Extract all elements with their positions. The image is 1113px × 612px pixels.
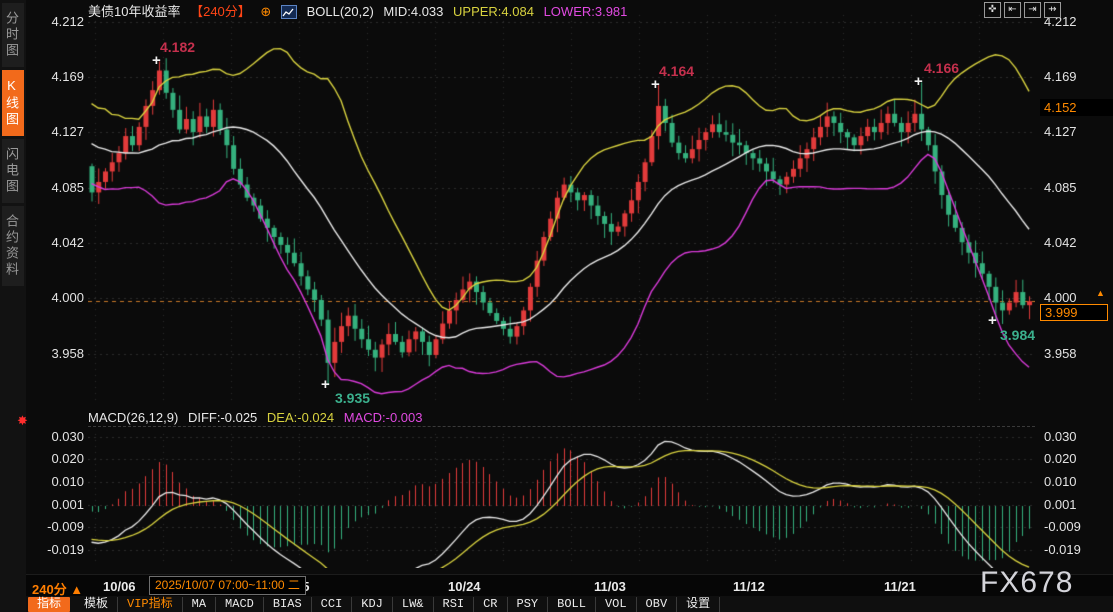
cursor-date-tooltip: 2025/10/07 07:00~11:00 二 [149, 576, 306, 595]
boll-name-label: BOLL(20,2) [307, 4, 374, 19]
instrument-title: 美债10年收益率 [88, 4, 180, 19]
macd-chart-canvas[interactable] [88, 430, 1035, 568]
menu-item-vip指标[interactable]: VIP指标 [118, 597, 183, 612]
boll-upper-label: UPPER:4.084 [453, 4, 534, 19]
axis-tick-label: 0.001 [1044, 497, 1077, 512]
menu-item-cr[interactable]: CR [474, 597, 507, 612]
menu-item-lw[interactable]: LW& [393, 597, 434, 612]
xaxis-row: 240分 ▲ 10/0610/1510/2411/0311/1211/21 20… [26, 574, 1113, 597]
macd-value-label: MACD:-0.003 [344, 410, 423, 425]
extreme-high-label: 4.164 [659, 63, 694, 79]
price-panel-legend: 美债10年收益率 【240分】 ⊕ BOLL(20,2) MID:4.033 U… [88, 1, 633, 17]
axis-tick-label: 0.010 [30, 474, 84, 489]
expand-axis-icon[interactable]: ⇥ [1024, 2, 1041, 18]
menu-item-指标[interactable]: 指标 [28, 597, 70, 612]
axis-tick-label: 4.085 [1044, 180, 1077, 195]
axis-tick-label: 0.020 [1044, 451, 1077, 466]
axis-tick-label: 4.085 [30, 180, 84, 195]
menu-item-kdj[interactable]: KDJ [352, 597, 393, 612]
axis-tick-label: 4.042 [30, 235, 84, 250]
axis-tick-label: 4.000 [1044, 290, 1077, 305]
trading-app-window: 分时图 K线图闪电图合约资料 美债10年收益率 【240分】 ⊕ BOLL(20,… [0, 0, 1113, 612]
menu-item-bias[interactable]: BIAS [264, 597, 312, 612]
session-marker-label: 4.152 [1040, 99, 1113, 116]
watermark: FX678 [980, 566, 1073, 600]
menu-item-macd[interactable]: MACD [216, 597, 264, 612]
crosshair-icon[interactable]: ✜ [984, 2, 1001, 18]
xaxis-date-label: 10/06 [103, 579, 136, 594]
expand-settings-icon[interactable]: ⊕ [260, 4, 271, 19]
price-chart-canvas[interactable] [88, 5, 1035, 408]
axis-tick-label: 4.212 [30, 14, 84, 29]
sidebar: 分时图 K线图闪电图合约资料 [0, 0, 26, 612]
axis-tick-label: 4.000 [30, 290, 84, 305]
xaxis-date-label: 11/21 [884, 579, 916, 594]
boll-mid-label: MID:4.033 [383, 4, 443, 19]
axis-tick-label: 4.169 [30, 69, 84, 84]
menu-item-psy[interactable]: PSY [508, 597, 549, 612]
menu-item-vol[interactable]: VOL [596, 597, 637, 612]
axis-tick-label: -0.009 [1044, 519, 1081, 534]
axis-tick-label: -0.009 [30, 519, 84, 534]
macd-panel-legend: MACD(26,12,9) DIFF:-0.025 DEA:-0.024 MAC… [88, 410, 429, 426]
mini-chart-icon[interactable] [281, 5, 297, 19]
boll-lower-label: LOWER:3.981 [544, 4, 628, 19]
indicator-menu-bar: 指标模板VIP指标MAMACDBIASCCIKDJLW&RSICRPSYBOLL… [26, 596, 1113, 612]
macd-dea-label: DEA:-0.024 [267, 410, 334, 425]
axis-tick-label: 0.001 [30, 497, 84, 512]
axis-tick-label: 3.958 [30, 346, 84, 361]
menu-item-模板[interactable]: 模板 [75, 597, 118, 612]
axis-tick-label: 4.127 [30, 124, 84, 139]
axis-tick-label: 4.042 [1044, 235, 1077, 250]
axis-tick-label: 0.020 [30, 451, 84, 466]
extreme-high-label: 4.166 [924, 60, 959, 76]
menu-item-boll[interactable]: BOLL [548, 597, 596, 612]
extreme-marker-cross-icon: + [988, 316, 997, 326]
extreme-high-label: 4.182 [160, 39, 195, 55]
axis-tick-label: -0.019 [1044, 542, 1081, 557]
shift-chart-icon[interactable]: ⇸ [1044, 2, 1061, 18]
axis-tick-label: 4.127 [1044, 124, 1077, 139]
menu-item-obv[interactable]: OBV [637, 597, 678, 612]
extreme-marker-cross-icon: + [152, 56, 161, 66]
period-tag: 【240分】 [190, 4, 251, 19]
alert-icon: ✸ [17, 413, 28, 429]
chart-toolbar: ✜⇤⇥⇸ [984, 2, 1061, 18]
compress-axis-icon[interactable]: ⇤ [1004, 2, 1021, 18]
sidebar-tab-kline[interactable]: K线图 [2, 70, 24, 136]
extreme-marker-cross-icon: + [651, 80, 660, 90]
sidebar-tab-flash[interactable]: 闪电图 [2, 139, 24, 203]
price-position-marker-icon: ▲ [1096, 288, 1105, 298]
sidebar-tab-contract-info[interactable]: 合约资料 [2, 206, 24, 286]
sidebar-tab-fenshi[interactable]: 分时图 [2, 3, 24, 67]
extreme-marker-cross-icon: + [321, 380, 330, 390]
extreme-low-label: 3.935 [335, 390, 370, 406]
extreme-low-label: 3.984 [1000, 327, 1035, 343]
axis-tick-label: -0.019 [30, 542, 84, 557]
panel-divider [88, 426, 1035, 427]
xaxis-date-label: 11/03 [594, 579, 626, 594]
last-price-label: 3.999 [1040, 304, 1108, 321]
xaxis-date-label: 11/12 [733, 579, 765, 594]
extreme-marker-cross-icon: + [914, 77, 923, 87]
macd-diff-label: DIFF:-0.025 [188, 410, 257, 425]
macd-name-label: MACD(26,12,9) [88, 410, 178, 425]
xaxis-date-label: 10/24 [448, 579, 481, 594]
axis-tick-label: 0.030 [1044, 429, 1077, 444]
axis-tick-label: 0.030 [30, 429, 84, 444]
axis-tick-label: 3.958 [1044, 346, 1077, 361]
menu-item-rsi[interactable]: RSI [434, 597, 475, 612]
axis-tick-label: 0.010 [1044, 474, 1077, 489]
menu-item-ma[interactable]: MA [183, 597, 216, 612]
menu-item-设置[interactable]: 设置 [677, 597, 720, 612]
menu-item-cci[interactable]: CCI [312, 597, 353, 612]
axis-tick-label: 4.169 [1044, 69, 1077, 84]
